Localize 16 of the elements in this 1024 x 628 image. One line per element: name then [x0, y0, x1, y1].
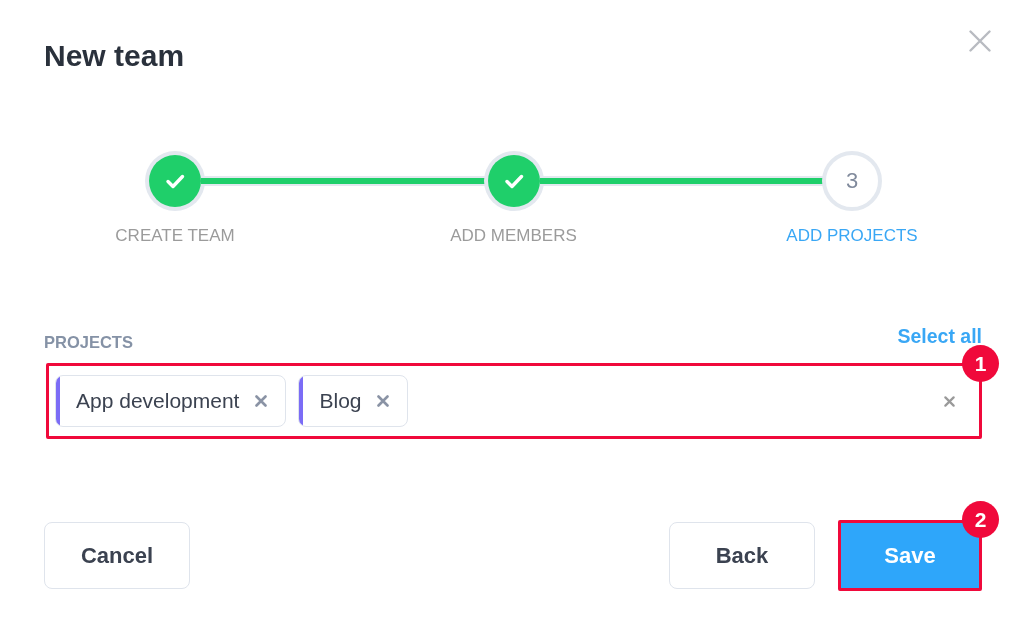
- step-number: 3: [822, 151, 882, 211]
- step-label: ADD MEMBERS: [450, 226, 577, 246]
- remove-icon[interactable]: [377, 395, 390, 407]
- callout-badge: 2: [962, 501, 999, 538]
- tag-label: Blog: [319, 389, 362, 413]
- step-label: ADD PROJECTS: [786, 226, 918, 246]
- field-label: PROJECTS: [44, 332, 133, 353]
- remove-icon[interactable]: [255, 395, 268, 407]
- dialog-title: New team: [44, 38, 185, 74]
- secondary-button[interactable]: Back: [669, 522, 815, 589]
- callout-badge: 1: [962, 345, 999, 382]
- close-icon[interactable]: [969, 30, 991, 52]
- secondary-button[interactable]: Cancel: [44, 522, 190, 589]
- clear-icon[interactable]: [944, 395, 955, 407]
- step-label: CREATE TEAM: [115, 226, 235, 246]
- tag-label: App development: [76, 389, 240, 413]
